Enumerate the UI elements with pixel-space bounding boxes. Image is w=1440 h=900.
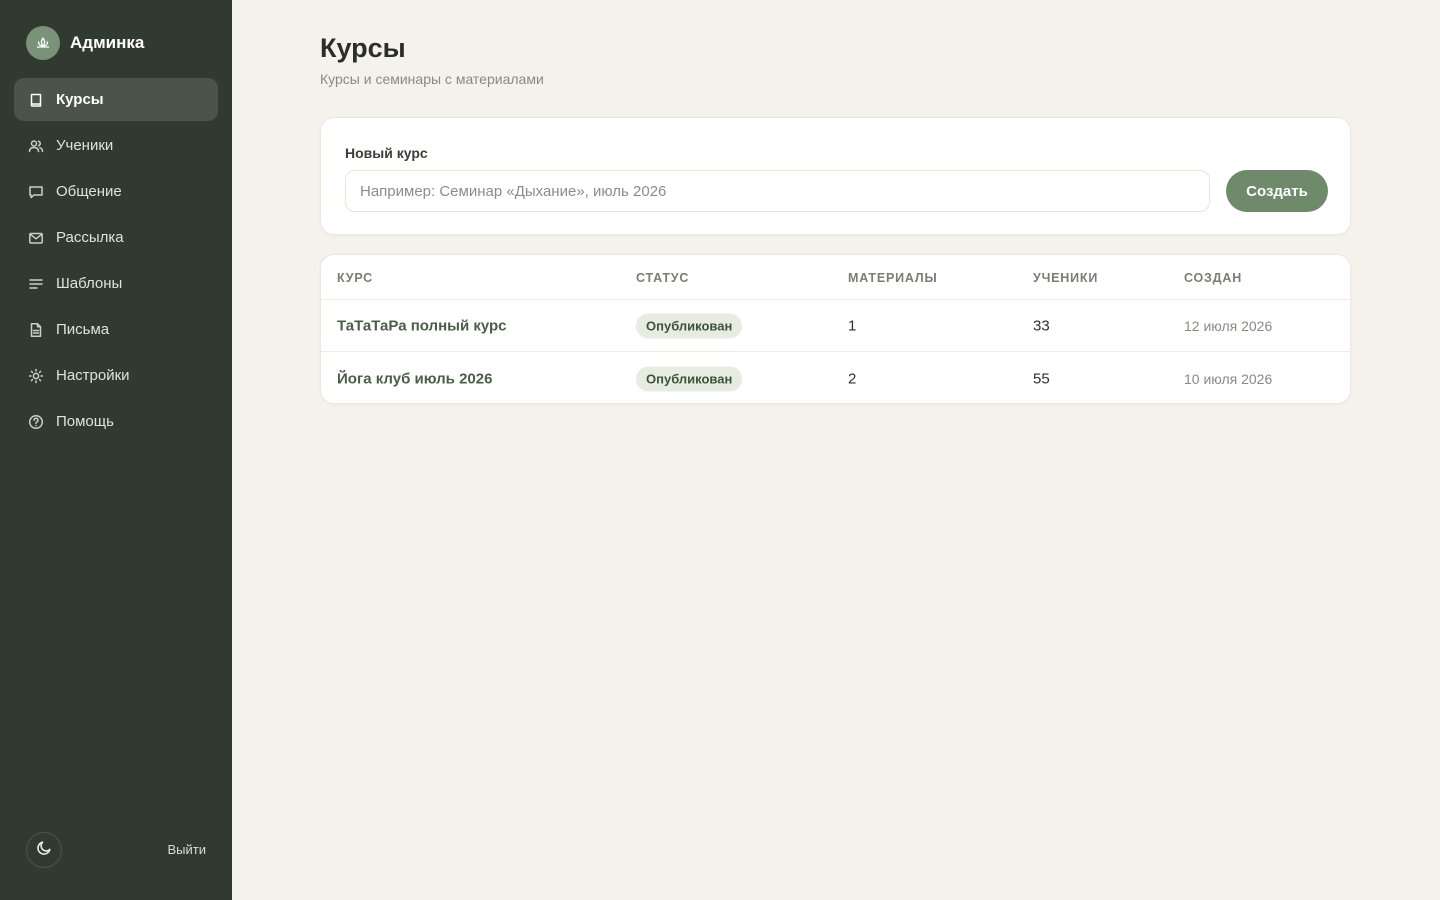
book-icon [28, 92, 44, 108]
sidebar-item-label: Письма [56, 321, 110, 338]
sidebar-item-label: Помощь [56, 413, 114, 430]
created-date: 12 июля 2026 [1184, 317, 1273, 334]
course-name-link[interactable]: ТаТаТаРа полный курс [337, 317, 507, 334]
sidebar-item-label: Курсы [56, 91, 104, 108]
sidebar-item-courses[interactable]: Курсы [14, 78, 218, 121]
new-course-card: Новый курс Создать [320, 117, 1351, 235]
course-name-link[interactable]: Йога клуб июль 2026 [337, 371, 492, 388]
column-header-created[interactable]: СОЗДАН [1184, 271, 1242, 285]
new-course-label: Новый курс [345, 145, 428, 161]
new-course-input[interactable] [345, 170, 1210, 212]
page-subtitle: Курсы и семинары с материалами [320, 71, 544, 87]
table-row[interactable]: Йога клуб июль 2026 Опубликован 2 55 10 … [321, 353, 1350, 403]
help-icon [28, 414, 44, 430]
theme-toggle-button[interactable] [26, 832, 62, 868]
students-count: 55 [1033, 370, 1050, 388]
sidebar-item-mailing[interactable]: Рассылка [14, 216, 218, 259]
sidebar-item-students[interactable]: Ученики [14, 124, 218, 167]
mail-icon [28, 230, 44, 246]
moon-icon [36, 839, 53, 861]
column-header-status[interactable]: СТАТУС [636, 271, 689, 285]
sidebar-item-settings[interactable]: Настройки [14, 354, 218, 397]
page-title: Курсы [320, 33, 406, 63]
created-date: 10 июля 2026 [1184, 371, 1273, 387]
lines-icon [28, 276, 44, 292]
courses-table: КУРС СТАТУС МАТЕРИАЛЫ УЧЕНИКИ СОЗДАН ТаТ… [320, 254, 1351, 404]
sidebar-nav: Курсы Ученики Общение Рассылка Шаблоны П… [14, 78, 218, 446]
brand[interactable]: Админка [26, 26, 144, 60]
document-icon [28, 322, 44, 338]
column-header-students[interactable]: УЧЕНИКИ [1033, 271, 1098, 285]
materials-count: 2 [848, 370, 857, 388]
sidebar-item-templates[interactable]: Шаблоны [14, 262, 218, 305]
sidebar-item-letters[interactable]: Письма [14, 308, 218, 351]
chat-icon [28, 184, 44, 200]
table-header: КУРС СТАТУС МАТЕРИАЛЫ УЧЕНИКИ СОЗДАН [321, 255, 1350, 300]
lotus-logo-icon [26, 26, 60, 60]
sidebar-item-label: Ученики [56, 137, 114, 154]
create-button[interactable]: Создать [1226, 170, 1328, 212]
status-badge: Опубликован [636, 366, 743, 392]
sidebar-item-help[interactable]: Помощь [14, 400, 218, 443]
users-icon [28, 138, 44, 154]
sidebar-item-label: Шаблоны [56, 275, 123, 292]
sun-icon [28, 368, 44, 384]
students-count: 33 [1033, 317, 1050, 334]
materials-count: 1 [848, 317, 857, 334]
sidebar-item-label: Настройки [56, 367, 130, 384]
column-header-materials[interactable]: МАТЕРИАЛЫ [848, 271, 938, 285]
logout-button[interactable]: Выйти [168, 842, 207, 857]
sidebar-item-communication[interactable]: Общение [14, 170, 218, 213]
sidebar: Админка Курсы Ученики Общение Рассылка Ш… [0, 0, 232, 900]
sidebar-item-label: Общение [56, 183, 122, 200]
sidebar-item-label: Рассылка [56, 229, 124, 246]
column-header-course[interactable]: КУРС [337, 271, 373, 285]
app-title: Админка [70, 33, 145, 52]
table-row[interactable]: ТаТаТаРа полный курс Опубликован 1 33 12… [321, 300, 1350, 352]
status-badge: Опубликован [636, 313, 743, 338]
